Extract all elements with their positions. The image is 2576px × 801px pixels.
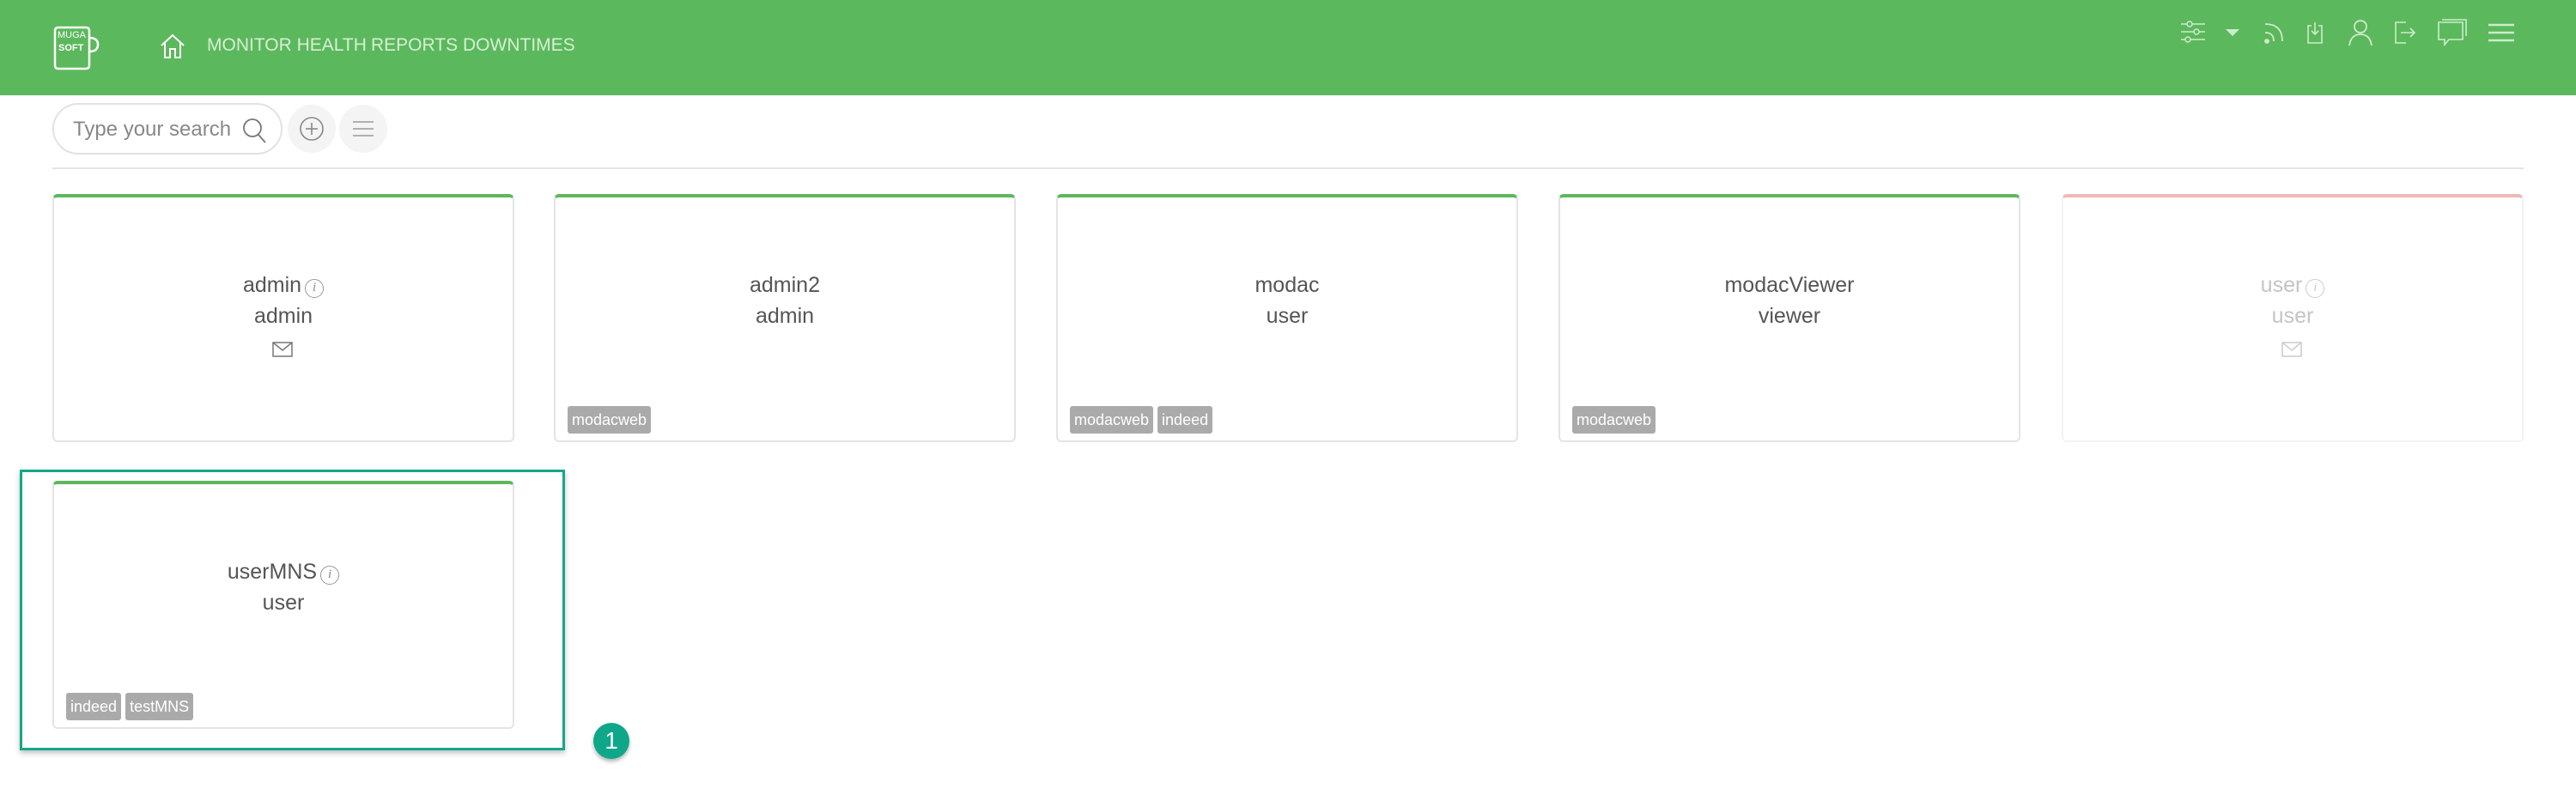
tag[interactable]: indeed xyxy=(1157,406,1213,434)
nav-monitor-health[interactable]: MONITOR HEALTH xyxy=(207,35,367,56)
user-role: admin xyxy=(253,304,313,328)
search-box xyxy=(52,103,283,155)
logout-icon[interactable] xyxy=(2392,17,2423,48)
user-name: admin2 xyxy=(556,273,1014,298)
tag[interactable]: modacweb xyxy=(1070,406,1154,434)
annotation-highlight-box xyxy=(20,470,565,750)
envelope-icon[interactable] xyxy=(272,342,293,357)
user-role: user xyxy=(2271,304,2314,328)
list-menu-button[interactable] xyxy=(339,105,387,153)
user-name: user i xyxy=(2063,273,2522,298)
info-icon[interactable]: i xyxy=(305,279,325,298)
user-card[interactable]: admin2 admin modacweb xyxy=(554,194,1016,442)
user-name-text: modac xyxy=(1255,273,1320,297)
user-name: modacViewer xyxy=(1560,273,2019,298)
user-name-text: modacViewer xyxy=(1724,273,1855,297)
tag-list: modacweb indeed xyxy=(1070,406,1213,434)
user-role: user xyxy=(1266,304,1309,328)
divider xyxy=(52,167,2524,169)
svg-text:MUGA: MUGA xyxy=(58,30,87,40)
search-icon[interactable] xyxy=(241,117,269,144)
user-card[interactable]: admin i admin xyxy=(52,194,514,442)
tag[interactable]: modacweb xyxy=(1572,406,1656,434)
tag-list: modacweb xyxy=(568,406,652,434)
user-name: admin i xyxy=(54,273,513,298)
mugasoft-logo[interactable]: MUGA SOFT xyxy=(50,22,101,72)
user-name-text: admin xyxy=(242,273,302,297)
top-navbar: MUGA SOFT MONITOR HEALTH REPORTS DOWNTIM… xyxy=(0,0,2576,95)
tag-list: modacweb xyxy=(1572,406,1656,434)
user-card[interactable]: modac user modacweb indeed xyxy=(1056,194,1518,442)
home-icon[interactable] xyxy=(160,33,185,60)
user-card[interactable]: user i user xyxy=(2062,194,2524,442)
plus-circle-icon xyxy=(300,117,324,141)
nav-reports[interactable]: REPORTS xyxy=(371,35,458,56)
info-icon[interactable]: i xyxy=(2306,279,2325,298)
user-name-text: user xyxy=(2260,273,2303,297)
user-card[interactable]: modacViewer viewer modacweb xyxy=(1558,194,2020,442)
download-icon[interactable] xyxy=(2303,17,2334,48)
menu-icon[interactable] xyxy=(2487,17,2518,48)
rss-icon[interactable] xyxy=(2262,17,2293,48)
sliders-icon[interactable] xyxy=(2179,17,2210,48)
annotation-marker: 1 xyxy=(593,723,629,759)
nav-downtimes[interactable]: DOWNTIMES xyxy=(463,35,575,56)
svg-text:SOFT: SOFT xyxy=(58,43,84,53)
chat-icon[interactable] xyxy=(2437,17,2470,48)
user-icon[interactable] xyxy=(2347,17,2378,48)
tag[interactable]: modacweb xyxy=(568,406,652,434)
search-input[interactable] xyxy=(73,115,236,144)
user-role: admin xyxy=(755,304,815,328)
hamburger-icon xyxy=(353,121,374,137)
user-name: modac xyxy=(1058,273,1516,298)
caret-down-icon[interactable] xyxy=(2219,17,2250,48)
add-button[interactable] xyxy=(288,105,336,153)
user-role: viewer xyxy=(1758,304,1821,328)
envelope-icon[interactable] xyxy=(2281,342,2302,357)
user-name-text: admin2 xyxy=(750,273,820,297)
